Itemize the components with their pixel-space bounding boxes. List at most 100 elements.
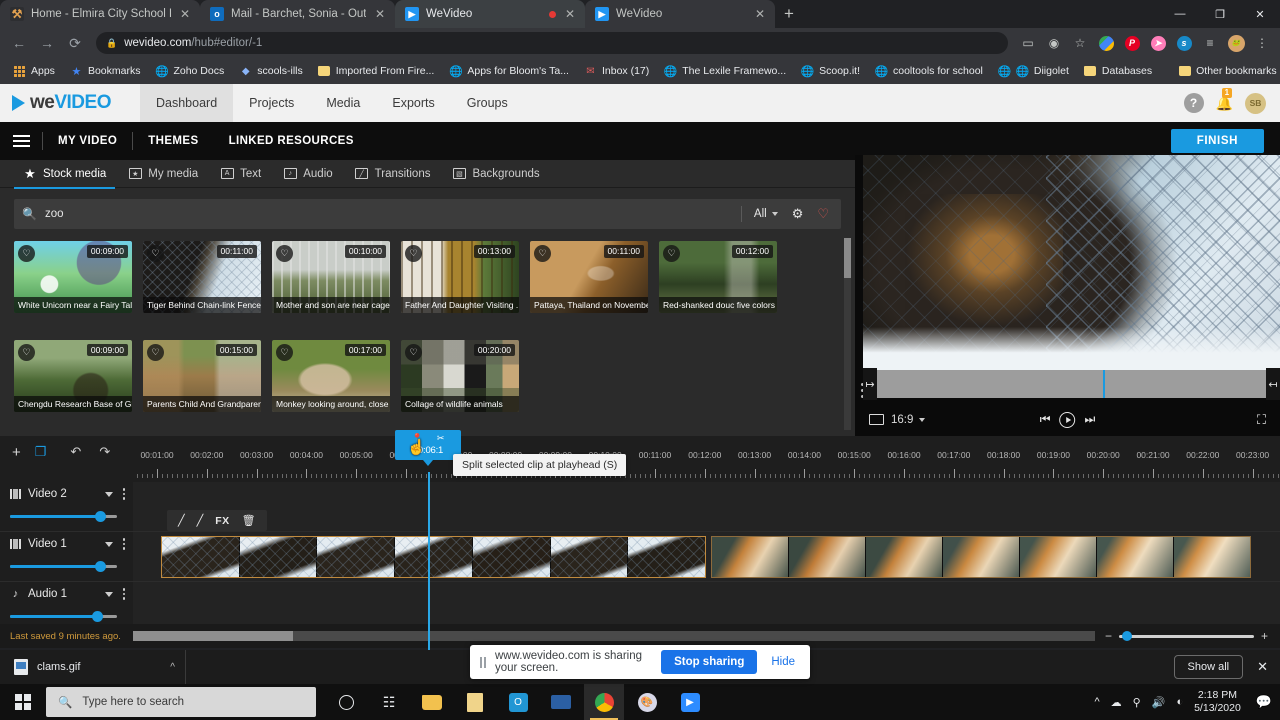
scrub-playhead[interactable] [1102,370,1105,398]
add-icon[interactable]: + [12,444,21,461]
zoom-slider[interactable] [1119,630,1254,641]
hide-button[interactable]: Hide [766,656,800,668]
track-lane-video-1[interactable]: ╱ ╱ FX 🗑 [133,510,1280,581]
favorite-heart-icon[interactable]: ♡ [147,343,164,361]
window-close-button[interactable]: ✕ [1240,0,1280,28]
duplicate-icon[interactable]: ❐ [35,444,47,460]
outlook-icon[interactable]: O [498,684,538,720]
media-card[interactable]: ♡ 00:09:00 White Unicorn near a Fairy Ta… [14,241,132,313]
bookmark-scoopit[interactable]: 🌐 Scoop.it! [795,63,866,80]
bookmark-apps[interactable]: Apps [7,63,61,80]
prev-frame-icon[interactable]: ⏮ [1040,412,1051,427]
zoom-icon[interactable]: ▶ [670,684,710,720]
reload-icon[interactable]: ⟳ [62,30,88,56]
bookmark-other-bookmarks[interactable]: Other bookmarks [1172,63,1280,80]
onedrive-icon[interactable]: ☁ [1111,696,1122,709]
favorite-heart-icon[interactable]: ♡ [276,343,293,361]
bookmark-lexile[interactable]: 🌐 The Lexile Framewo... [658,63,792,80]
undo-icon[interactable]: ↶ [70,444,81,460]
playhead-chip[interactable]: 📍 ✂ 00:06:1 ☝ [395,430,461,466]
close-icon[interactable]: ✕ [373,7,387,21]
favorite-heart-icon[interactable]: ♡ [18,245,35,262]
nav-item-exports[interactable]: Exports [376,84,450,122]
track-menu-icon[interactable] [122,588,125,600]
media-card[interactable]: ♡ 00:11:00 Tiger Behind Chain-link Fence [143,241,261,313]
favorite-heart-icon[interactable]: ♡ [405,343,422,361]
redo-icon[interactable]: ↷ [99,444,110,460]
play-icon[interactable] [1059,411,1076,428]
new-tab-button[interactable]: + [775,0,803,28]
download-item[interactable]: clams.gif ^ [0,659,185,675]
close-icon[interactable]: ✕ [1257,659,1268,675]
chevron-down-icon[interactable] [104,541,113,547]
user-avatar[interactable]: SB [1245,92,1266,114]
nav-item-projects[interactable]: Projects [233,84,310,122]
subnav-themes[interactable]: THEMES [133,135,213,147]
delete-trash-icon[interactable]: 🗑 [242,514,256,527]
tab-stock-media[interactable]: ★ Stock media [14,160,116,189]
pink-arrow-icon[interactable]: ➤ [1146,31,1170,55]
paint-icon[interactable]: 🎨 [627,684,667,720]
chevron-down-icon[interactable] [104,491,113,497]
menu-dots-icon[interactable]: ⋮ [1250,31,1274,55]
fx-button[interactable]: FX [215,515,229,527]
timeline-ruler[interactable]: 00:01:00 00:02:00 00:03:00 00:04:00 00:05:00… [133,446,1280,482]
tab-my-media[interactable]: ★ My media [119,160,207,188]
help-icon[interactable]: ? [1183,93,1204,113]
close-icon[interactable]: ✕ [563,7,577,21]
track-volume-slider[interactable] [10,511,125,522]
notes-icon[interactable] [455,684,495,720]
file-explorer-icon[interactable] [412,684,452,720]
download-icon[interactable]: ◉ [1042,31,1066,55]
close-icon[interactable]: ✕ [178,7,192,21]
bookmark-zoho-docs[interactable]: 🌐 Zoho Docs [149,63,230,80]
trim-in-icon[interactable]: ↦ [863,368,877,400]
volume-icon[interactable]: 🔊 [1152,696,1166,709]
list-icon[interactable]: ≡ [1198,31,1222,55]
show-all-button[interactable]: Show all [1173,655,1244,679]
sliders-icon[interactable]: ⚙ [786,206,810,222]
media-card[interactable]: ♡ 00:09:00 Chengdu Research Base of Gia.… [14,339,132,412]
track-lane-video-2[interactable] [133,482,1280,531]
favorite-heart-icon[interactable]: ♡ [147,245,164,262]
browser-tab[interactable]: o Mail - Barchet, Sonia - Outlook ✕ [200,0,395,28]
heart-icon[interactable]: ♡ [817,206,833,222]
media-card[interactable]: ♡ 00:12:00 Red-shanked douc five colors … [659,241,777,313]
action-center-icon[interactable]: 💬 [1252,694,1272,710]
nav-item-dashboard[interactable]: Dashboard [140,84,234,122]
favorite-heart-icon[interactable]: ♡ [276,245,293,262]
media-card[interactable]: ♡ 00:20:00 Collage of wildlife animals [401,339,519,412]
favorite-heart-icon[interactable]: ♡ [18,343,35,361]
media-card[interactable]: ♡ 00:10:00 Mother and son are near cage … [272,241,390,313]
minimize-button[interactable]: — [1160,0,1200,28]
chrome-icon[interactable] [584,684,624,720]
favorite-heart-icon[interactable]: ♡ [534,245,551,262]
wifi-icon[interactable]: ◐ [1176,696,1183,708]
bookmark-databases[interactable]: Databases [1078,63,1158,80]
hardware-icon[interactable]: ⚲ [1133,696,1141,709]
taskbar-search[interactable]: 🔍 Type here to search [46,687,316,717]
profile-avatar-icon[interactable]: 🐸 [1224,31,1248,55]
stop-sharing-button[interactable]: Stop sharing [661,650,758,674]
timeline-scrollbar-thumb[interactable] [133,631,293,641]
s-blue-icon[interactable]: s [1172,31,1196,55]
subnav-my-video[interactable]: MY VIDEO [43,135,132,147]
trim-out-icon[interactable]: ↤ [1266,368,1280,400]
wevideo-logo[interactable]: weVIDEO [0,92,140,114]
nav-item-media[interactable]: Media [310,84,376,122]
timeline-clip[interactable] [711,536,1251,578]
forward-icon[interactable]: → [34,30,60,56]
clock[interactable]: 2:18 PM 5/13/2020 [1194,689,1241,715]
finish-button[interactable]: FINISH [1170,129,1264,153]
track-volume-slider[interactable] [10,561,125,572]
track-volume-slider[interactable] [10,611,125,622]
bookmark-cooltools[interactable]: 🌐 cooltools for school [869,63,989,80]
tab-text[interactable]: A Text [211,160,270,188]
video-preview[interactable] [863,155,1280,370]
pause-icon[interactable] [480,656,486,668]
nav-item-groups[interactable]: Groups [451,84,524,122]
menu-burger-icon[interactable] [0,135,42,147]
bookmark-apps-for-blooms[interactable]: 🌐 Apps for Bloom's Ta... [443,63,575,80]
remote-desktop-icon[interactable] [541,684,581,720]
next-frame-icon[interactable]: ⏭ [1085,412,1096,427]
